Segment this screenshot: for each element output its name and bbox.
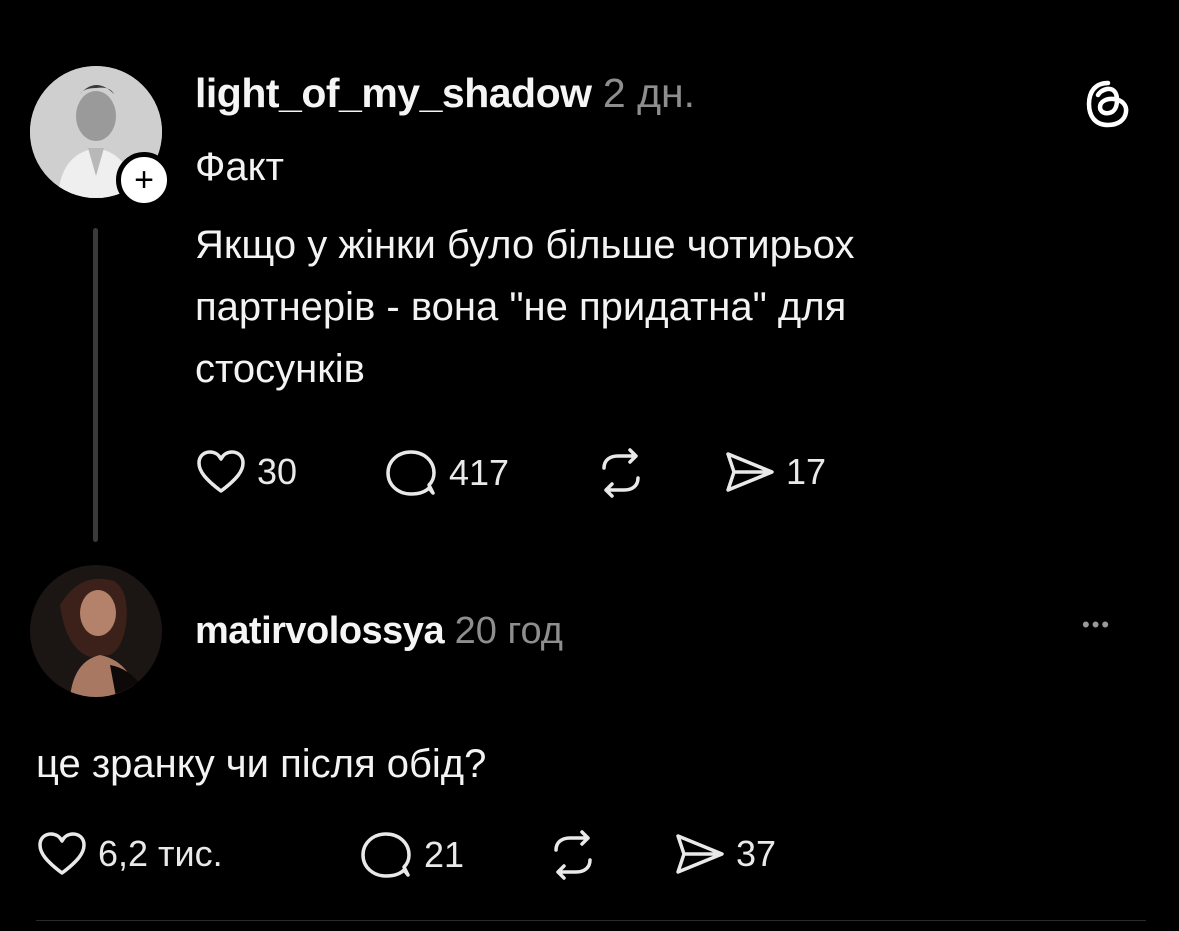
- share-button[interactable]: 37: [672, 830, 776, 878]
- reply-body: це зранку чи після обід?: [36, 742, 487, 786]
- reply-header: matirvolossya 20 год: [195, 606, 563, 656]
- like-button[interactable]: 6,2 тис.: [36, 830, 223, 878]
- share-count: 17: [786, 451, 827, 492]
- share-button[interactable]: 17: [722, 448, 826, 496]
- profile-photo: [30, 565, 162, 697]
- threads-logo-icon[interactable]: [1082, 78, 1134, 130]
- thread-line: [93, 228, 98, 542]
- like-button[interactable]: 30: [195, 448, 297, 496]
- comment-count: 417: [449, 452, 510, 493]
- post-timestamp: 2 дн.: [602, 70, 696, 116]
- more-options-button[interactable]: •••: [1082, 612, 1111, 638]
- comment-button[interactable]: 417: [383, 448, 509, 498]
- like-count: 30: [257, 451, 298, 492]
- heart-icon: [38, 832, 86, 875]
- post-text-line: стосунків: [195, 347, 365, 391]
- repost-button[interactable]: [544, 830, 602, 880]
- share-icon: [676, 834, 724, 874]
- comment-icon: [386, 450, 436, 496]
- post-header: light_of_my_shadow 2 дн.: [195, 68, 695, 118]
- divider: [36, 920, 1146, 921]
- follow-button[interactable]: +: [116, 152, 172, 208]
- avatar[interactable]: [30, 565, 162, 697]
- comment-count: 21: [424, 834, 465, 875]
- post-body: Якщо у жінки було більше чотирьох партне…: [195, 214, 855, 400]
- comment-button[interactable]: 21: [358, 830, 464, 880]
- reply-username[interactable]: matirvolossya: [195, 610, 445, 652]
- heart-icon: [197, 450, 245, 493]
- like-count: 6,2 тис.: [98, 833, 223, 874]
- post-username[interactable]: light_of_my_shadow: [195, 70, 592, 116]
- post-tag[interactable]: Факт: [195, 136, 284, 198]
- repost-icon: [602, 448, 640, 498]
- post-text-line: Якщо у жінки було більше чотирьох: [195, 223, 855, 267]
- post-text-line: партнерів - вона "не придатна" для: [195, 285, 847, 329]
- repost-icon: [554, 830, 592, 880]
- share-count: 37: [736, 833, 777, 874]
- comment-icon: [361, 832, 411, 878]
- reply-timestamp: 20 год: [454, 610, 563, 652]
- share-icon: [726, 452, 774, 492]
- repost-button[interactable]: [592, 448, 650, 498]
